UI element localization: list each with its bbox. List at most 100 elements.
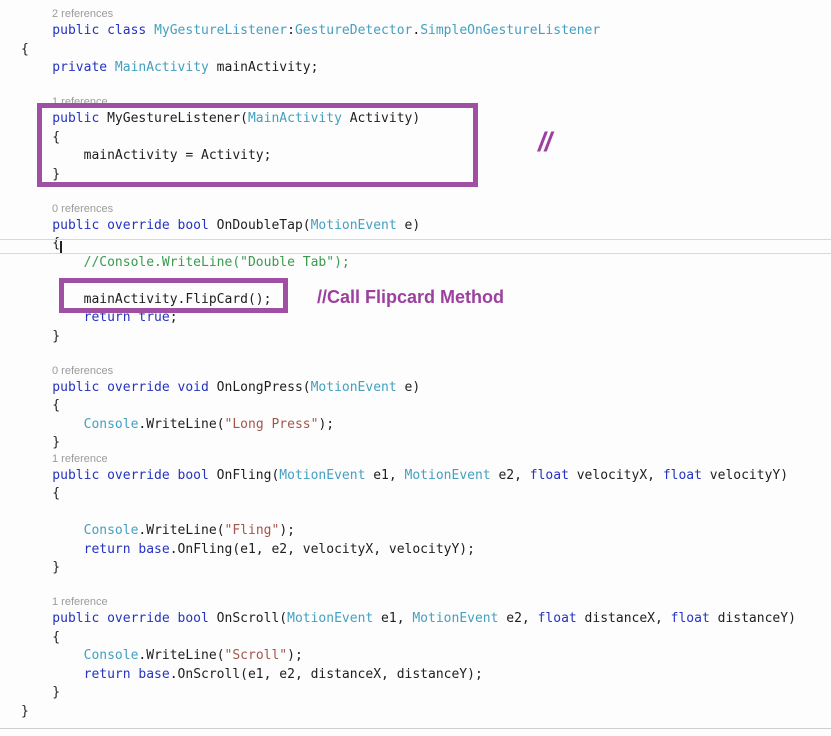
code-token-kw: public class	[21, 23, 155, 38]
code-token-kw: public override void	[21, 379, 217, 395]
codelens-reference-count[interactable]: 0 references	[21, 203, 831, 217]
code-editor-screenshot: 2 references public class MyGestureListe…	[0, 0, 831, 736]
code-token-plain: e1,	[373, 611, 413, 626]
code-token-plain: }	[21, 435, 61, 450]
code-token-kw: float	[529, 467, 569, 483]
code-token-plain: e2,	[490, 467, 530, 483]
codelens-reference-count[interactable]: 1 reference	[21, 453, 831, 467]
code-token-kw: float	[662, 467, 702, 483]
code-token-type: GestureDetector	[294, 23, 413, 38]
code-line[interactable]: public override void OnLongPress(MotionE…	[21, 379, 831, 398]
code-line[interactable]: //Console.WriteLine("Double Tab");	[21, 254, 831, 273]
code-token-plain: .OnFling(e1, e2, velocityX, velocityY);	[169, 541, 475, 557]
annotation-box-flipcard-call	[59, 278, 288, 313]
code-token-plain: {	[21, 236, 61, 251]
code-token-plain: {	[21, 486, 61, 501]
code-line[interactable]: }	[21, 703, 831, 722]
code-line[interactable]: public class MyGestureListener:GestureDe…	[21, 22, 831, 41]
code-line-blank[interactable]	[21, 78, 831, 97]
code-token-str: "Scroll"	[224, 648, 288, 663]
code-token-type: MotionEvent	[279, 467, 366, 483]
code-line-blank[interactable]	[21, 578, 831, 597]
code-line[interactable]: }	[21, 559, 831, 578]
code-token-type: Console	[83, 648, 139, 663]
code-token-kw: return base	[21, 541, 170, 557]
code-line[interactable]: public override bool OnDoubleTap(MotionE…	[21, 217, 831, 236]
code-line[interactable]: private MainActivity mainActivity;	[21, 59, 831, 78]
code-token-plain: .WriteLine(	[138, 648, 225, 663]
code-token-plain: );	[318, 416, 335, 432]
code-line[interactable]: }	[21, 328, 831, 347]
code-token-type: SimpleOnGestureListener	[420, 23, 601, 38]
code-line[interactable]: Console.WriteLine("Fling");	[21, 522, 831, 541]
code-line[interactable]: }	[21, 434, 831, 453]
code-token-plain: .WriteLine(	[138, 416, 225, 432]
code-token-plain: );	[287, 648, 303, 663]
code-token-plain: distanceY)	[709, 611, 796, 626]
code-token-plain: {	[21, 398, 61, 413]
code-line[interactable]: }	[21, 684, 831, 703]
code-line[interactable]: public override bool OnFling(MotionEvent…	[21, 467, 831, 486]
code-token-plain: {	[21, 629, 61, 645]
code-token-kw: private	[21, 60, 115, 75]
code-token-str: "Long Press"	[224, 416, 319, 432]
code-token-kw: public override bool	[21, 611, 217, 626]
code-token-plain: );	[279, 523, 295, 538]
code-token-plain: :	[287, 23, 295, 38]
code-line-blank[interactable]	[21, 504, 831, 523]
code-line[interactable]: {	[21, 397, 831, 416]
code-line[interactable]: return base.OnScroll(e1, e2, distanceX, …	[21, 666, 831, 685]
code-line[interactable]: Console.WriteLine("Scroll");	[21, 647, 831, 666]
code-line[interactable]: {	[21, 41, 831, 60]
code-token-type: MotionEvent	[287, 611, 374, 626]
code-token-kw: float	[537, 611, 577, 626]
code-token-type: MotionEvent	[412, 611, 499, 626]
code-token-cm: //Console.WriteLine("Double Tab");	[21, 254, 350, 270]
code-token-plain: mainActivity;	[208, 60, 319, 75]
code-token-plain: }	[21, 685, 61, 700]
code-token-plain: velocityX,	[568, 467, 663, 483]
code-token-kw: return base	[21, 666, 170, 682]
code-token-plain: }	[21, 703, 29, 719]
code-token-plain: .WriteLine(	[138, 523, 225, 538]
code-token-plain: .	[412, 23, 421, 38]
annotation-callout-flipcard: //Call Flipcard Method	[317, 287, 505, 307]
code-token-plain: }	[21, 328, 61, 344]
code-token-type: MainActivity	[114, 60, 209, 75]
code-line[interactable]: Console.WriteLine("Long Press");	[21, 416, 831, 435]
code-token-plain: e)	[396, 217, 421, 233]
code-line[interactable]: return base.OnFling(e1, e2, velocityX, v…	[21, 541, 831, 560]
code-line[interactable]: {	[21, 235, 831, 254]
code-token-plain: e1,	[365, 467, 405, 483]
code-token-type: MotionEvent	[404, 467, 491, 483]
text-cursor	[60, 241, 62, 253]
code-token-plain: {	[21, 41, 29, 57]
codelens-reference-count[interactable]: 2 references	[21, 8, 831, 22]
annotation-slashes: //	[538, 127, 552, 157]
code-line-blank[interactable]	[21, 346, 831, 365]
code-token-plain: OnScroll(	[216, 611, 288, 626]
code-token-type: Console	[83, 523, 139, 538]
code-token-type: MotionEvent	[310, 217, 397, 233]
code-token-plain: distanceX,	[576, 611, 671, 626]
code-token-plain: velocityY)	[701, 467, 789, 483]
code-token-type: Console	[83, 416, 139, 432]
code-token-plain: OnLongPress(	[216, 379, 311, 395]
code-line[interactable]: public override bool OnScroll(MotionEven…	[21, 610, 831, 629]
code-token-str: "Fling"	[224, 523, 280, 538]
annotation-box-constructor	[37, 103, 478, 187]
editor-bottom-divider	[0, 728, 831, 729]
codelens-reference-count[interactable]: 1 reference	[21, 596, 831, 610]
code-token-plain: .OnScroll(e1, e2, distanceX, distanceY);	[169, 666, 483, 682]
code-line[interactable]: {	[21, 629, 831, 648]
code-token-kw: public override bool	[21, 217, 217, 233]
code-token-plain: }	[21, 560, 61, 575]
code-token-plain: OnFling(	[216, 467, 280, 483]
code-line[interactable]: {	[21, 485, 831, 504]
codelens-reference-count[interactable]: 0 references	[21, 365, 831, 379]
code-token-type: MotionEvent	[310, 379, 397, 395]
code-token-plain: e)	[396, 379, 421, 395]
